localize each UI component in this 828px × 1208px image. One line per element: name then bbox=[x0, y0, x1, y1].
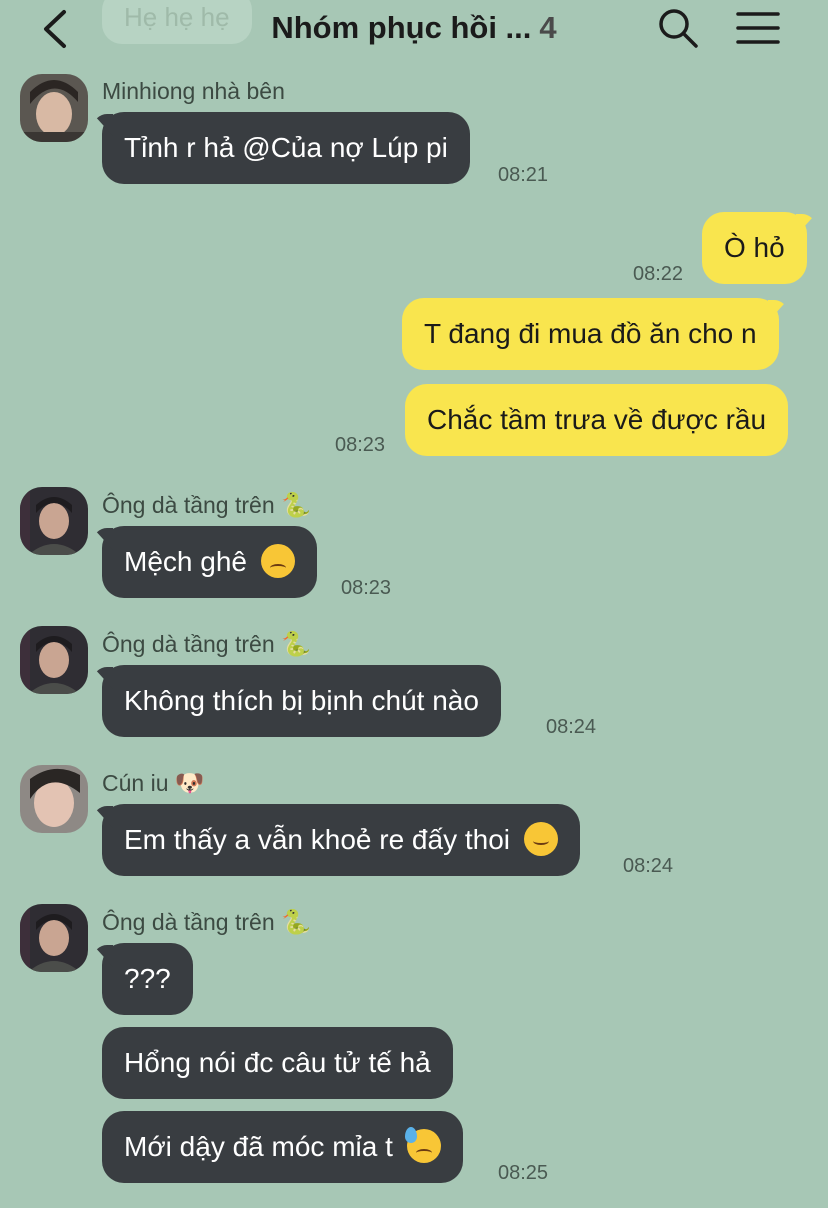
pensive-face-icon bbox=[260, 543, 295, 578]
message-bubble[interactable]: Mới dậy đã móc mỉa t bbox=[102, 1111, 463, 1183]
message-text: Chắc tầm trưa về được rầu bbox=[427, 404, 767, 435]
search-icon[interactable] bbox=[656, 6, 700, 50]
message-bubble[interactable]: Không thích bị bịnh chút nào bbox=[102, 665, 501, 737]
sender-name: Ông dà tầng trên 🐍 bbox=[102, 630, 311, 658]
snake-icon: 🐍 bbox=[281, 630, 311, 658]
message-bubble[interactable]: Chắc tầm trưa về được rầu bbox=[405, 384, 789, 456]
message-time: 08:21 bbox=[498, 164, 549, 186]
chat-title-text: Nhóm phục hồi ... bbox=[271, 10, 532, 45]
message-time: 08:23 bbox=[341, 577, 392, 599]
avatar[interactable] bbox=[20, 765, 88, 833]
dog-face-icon: 🐶 bbox=[174, 769, 205, 797]
avatar[interactable] bbox=[20, 74, 88, 142]
sender-name: Ông dà tầng trên 🐍 bbox=[102, 491, 311, 519]
message-text: ??? bbox=[124, 963, 171, 994]
message-text: Mới dậy đã móc mỉa t bbox=[124, 1131, 393, 1162]
message-bubble[interactable]: Ò hỏ bbox=[702, 212, 807, 284]
sender-name: Cún iu 🐶 bbox=[102, 769, 205, 797]
menu-icon[interactable] bbox=[736, 8, 780, 48]
message-bubble[interactable]: Hổng nói đc câu tử tế hả bbox=[102, 1027, 453, 1099]
avatar[interactable] bbox=[20, 626, 88, 694]
message-text: Mệch ghê bbox=[124, 546, 247, 577]
message-bubble[interactable]: Mệch ghê bbox=[102, 526, 317, 598]
message-time: 08:24 bbox=[623, 855, 674, 877]
message-text: T đang đi mua đồ ăn cho n bbox=[424, 318, 757, 349]
message-time: 08:22 bbox=[633, 263, 684, 285]
message-bubble[interactable]: T đang đi mua đồ ăn cho n bbox=[402, 298, 779, 370]
avatar[interactable] bbox=[20, 487, 88, 555]
member-count: 4 bbox=[539, 10, 557, 45]
avatar[interactable] bbox=[20, 904, 88, 972]
message-time: 08:24 bbox=[546, 716, 597, 738]
message-text: Ò hỏ bbox=[724, 232, 785, 263]
sender-name: Ông dà tầng trên 🐍 bbox=[102, 908, 311, 936]
message-bubble[interactable]: Tỉnh r hả @Của nợ Lúp pi bbox=[102, 112, 470, 184]
sender-name: Minhiong nhà bên bbox=[102, 78, 285, 104]
smiling-face-icon bbox=[523, 821, 558, 856]
message-bubble[interactable]: Em thấy a vẫn khoẻ re đấy thoi bbox=[102, 804, 580, 876]
message-text: Em thấy a vẫn khoẻ re đấy thoi bbox=[124, 824, 510, 855]
snake-icon: 🐍 bbox=[281, 908, 311, 936]
message-text: Hổng nói đc câu tử tế hả bbox=[124, 1047, 431, 1078]
downcast-sweat-face-icon bbox=[404, 1126, 441, 1163]
message-text: Tỉnh r hả @Của nợ Lúp pi bbox=[124, 132, 448, 163]
message-bubble[interactable]: ??? bbox=[102, 943, 193, 1015]
message-time: 08:23 bbox=[335, 434, 386, 456]
chat-header: Hẹ hẹ hẹ Nhóm phục hồi ... 4 bbox=[0, 0, 828, 62]
message-text: Không thích bị bịnh chút nào bbox=[124, 685, 479, 716]
snake-icon: 🐍 bbox=[281, 491, 311, 519]
chat-title[interactable]: Nhóm phục hồi ... 4 bbox=[0, 10, 828, 46]
message-time: 08:25 bbox=[498, 1162, 549, 1184]
